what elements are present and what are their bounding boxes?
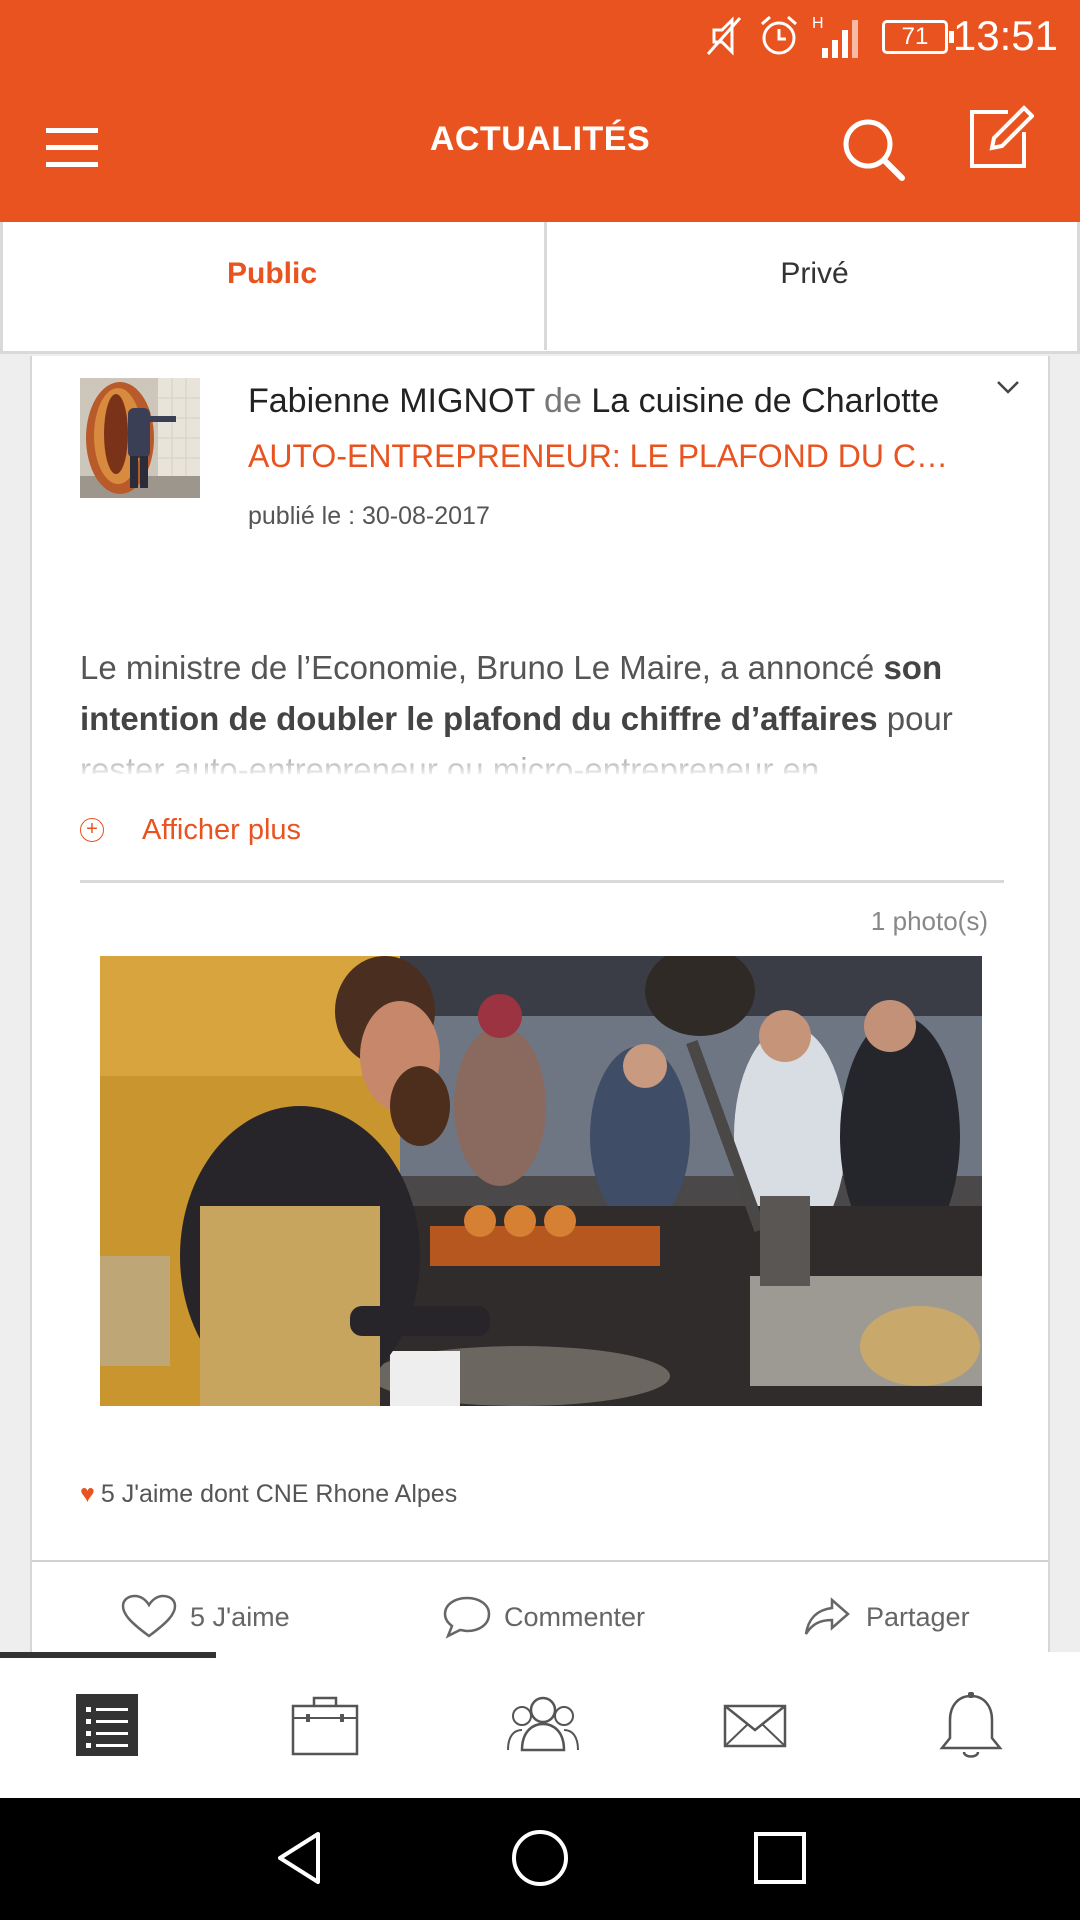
likes-summary[interactable]: ♥ 5 J'aime dont CNE Rhone Alpes: [80, 1480, 457, 1509]
edit-icon: [970, 105, 1035, 168]
share-label: Partager: [866, 1602, 970, 1632]
heart-icon: [121, 1594, 177, 1638]
battery-indicator: 71: [882, 20, 954, 54]
author-connector: de: [544, 382, 582, 420]
home-button[interactable]: [510, 1828, 570, 1888]
post-options-button[interactable]: [988, 372, 1028, 402]
share-icon: [804, 1597, 850, 1635]
nav-jobs[interactable]: [216, 1682, 432, 1782]
chevron-down-icon: [997, 381, 1019, 394]
group-icon: [507, 1696, 579, 1752]
nav-messages[interactable]: [648, 1682, 864, 1782]
share-button[interactable]: Partager: [802, 1594, 982, 1644]
app-header: H 71 13:51 ACTUALITÉS: [0, 0, 1080, 222]
search-button[interactable]: [840, 116, 908, 184]
mail-icon: [723, 1704, 787, 1748]
avatar[interactable]: [80, 378, 200, 498]
comment-label: Commenter: [504, 1602, 646, 1632]
title-bar: ACTUALITÉS: [0, 90, 1080, 200]
status-bar: H 71 13:51: [0, 0, 1080, 72]
comment-button[interactable]: Commenter: [442, 1594, 652, 1644]
feed-tabs: Public Privé: [0, 222, 1080, 354]
nav-network[interactable]: [432, 1682, 648, 1782]
like-button[interactable]: 5 J'aime: [120, 1594, 320, 1644]
system-nav-bar: [0, 1798, 1080, 1920]
status-time: 13:51: [952, 12, 1058, 59]
group-name[interactable]: La cuisine de Charlotte: [591, 382, 939, 420]
alarm-icon: [761, 15, 797, 55]
tab-public[interactable]: Public: [3, 222, 541, 350]
home-icon: [512, 1830, 568, 1886]
compose-button[interactable]: [968, 104, 1035, 170]
card-divider: [32, 1560, 1048, 1562]
svg-text:H: H: [812, 15, 824, 32]
divider: [80, 880, 1004, 883]
nav-feed[interactable]: [0, 1682, 216, 1782]
like-label: 5 J'aime: [190, 1602, 290, 1632]
signal-icon: H: [812, 15, 858, 58]
heart-filled-icon: ♥: [80, 1480, 95, 1508]
page-title: ACTUALITÉS: [429, 120, 651, 158]
back-button[interactable]: [270, 1828, 330, 1888]
briefcase-icon: [291, 1696, 359, 1756]
post-author-line: Fabienne MIGNOT de La cuisine de Charlot…: [248, 382, 939, 421]
show-more-label: Afficher plus: [142, 814, 302, 846]
back-icon: [278, 1832, 320, 1884]
bell-icon: [939, 1692, 1003, 1758]
post-title[interactable]: AUTO-ENTREPRENEUR: LE PLAFOND DU C…: [248, 438, 988, 475]
recents-button[interactable]: [750, 1828, 810, 1888]
bottom-nav: [0, 1652, 1080, 1798]
photo-count: 1 photo(s): [870, 906, 988, 936]
author-name[interactable]: Fabienne MIGNOT: [248, 382, 535, 420]
post-photo[interactable]: [100, 956, 982, 1406]
post-date: publié le : 30-08-2017: [248, 502, 490, 530]
tab-prive[interactable]: Privé: [544, 222, 1080, 350]
feed-list-icon: [76, 1694, 138, 1756]
comment-icon: [443, 1596, 491, 1639]
plus-circle-icon: +: [80, 818, 104, 842]
nav-notifications[interactable]: [864, 1682, 1080, 1782]
active-tab-indicator: [0, 1652, 216, 1658]
excerpt-fade: [80, 738, 1020, 778]
recents-icon: [754, 1832, 806, 1884]
mute-icon: [706, 16, 742, 56]
search-icon: [843, 119, 905, 181]
post-card: Fabienne MIGNOT de La cuisine de Charlot…: [30, 356, 1050, 1656]
